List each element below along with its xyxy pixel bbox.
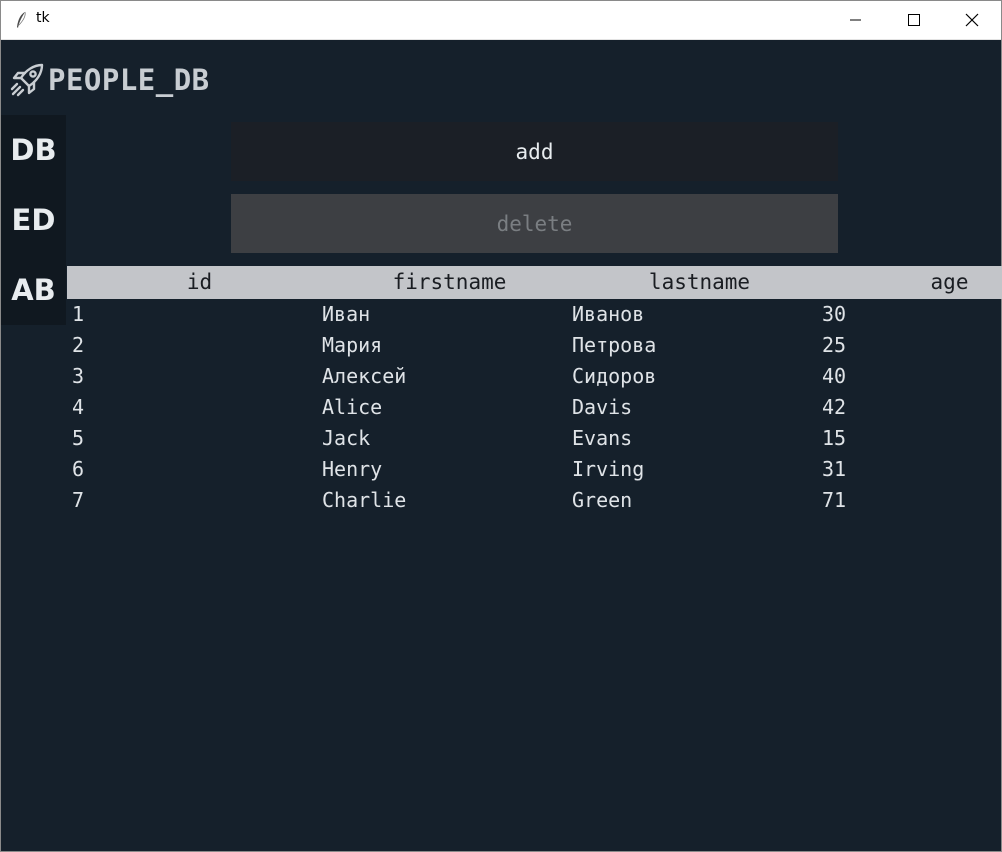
cell-age: 30 xyxy=(822,302,847,326)
delete-button[interactable]: delete xyxy=(231,194,838,253)
rocket-icon xyxy=(10,63,44,97)
cell-age: 71 xyxy=(822,488,847,512)
cell-lastname: Evans xyxy=(572,426,633,450)
cell-lastname: Петрова xyxy=(572,333,657,357)
table-row[interactable]: 1 Иван Иванов 30 xyxy=(67,299,1002,330)
cell-id: 3 xyxy=(72,364,85,388)
cell-lastname: Irving xyxy=(572,457,645,481)
cell-firstname: Charlie xyxy=(322,488,407,512)
table-row[interactable]: 2 Мария Петрова 25 xyxy=(67,330,1002,361)
maximize-icon xyxy=(908,14,920,26)
cell-firstname: Алексей xyxy=(322,364,407,388)
close-button[interactable] xyxy=(943,1,1001,39)
close-icon xyxy=(965,13,979,27)
cell-firstname: Alice xyxy=(322,395,383,419)
window-title: tk xyxy=(36,10,50,26)
tk-feather-icon xyxy=(17,11,26,28)
app-window: tk PEOPLE_DB DB ED AB add delete id firs… xyxy=(0,0,1002,852)
app-title: PEOPLE_DB xyxy=(48,63,210,97)
table-row[interactable]: 5 Jack Evans 15 xyxy=(67,423,1002,454)
cell-age: 40 xyxy=(822,364,847,388)
minimize-button[interactable] xyxy=(827,1,885,39)
cell-id: 4 xyxy=(72,395,85,419)
table-row[interactable]: 6 Henry Irving 31 xyxy=(67,454,1002,485)
table-header: id firstname lastname age xyxy=(67,266,1002,299)
column-header-age[interactable]: age xyxy=(902,266,997,299)
minimize-icon xyxy=(850,19,861,21)
column-header-lastname[interactable]: lastname xyxy=(567,266,832,299)
sidebar-item-ab[interactable]: AB xyxy=(1,255,66,325)
cell-id: 6 xyxy=(72,457,85,481)
sidebar-item-ed[interactable]: ED xyxy=(1,185,66,255)
cell-id: 5 xyxy=(72,426,85,450)
cell-firstname: Jack xyxy=(322,426,371,450)
cell-id: 2 xyxy=(72,333,85,357)
table-row[interactable]: 7 Charlie Green 71 xyxy=(67,485,1002,516)
cell-lastname: Сидоров xyxy=(572,364,657,388)
cell-age: 31 xyxy=(822,457,847,481)
table-row[interactable]: 4 Alice Davis 42 xyxy=(67,392,1002,423)
add-button[interactable]: add xyxy=(231,122,838,181)
table-row[interactable]: 3 Алексей Сидоров 40 xyxy=(67,361,1002,392)
cell-lastname: Davis xyxy=(572,395,633,419)
cell-firstname: Henry xyxy=(322,457,383,481)
cell-lastname: Green xyxy=(572,488,633,512)
column-header-id[interactable]: id xyxy=(67,266,332,299)
cell-age: 15 xyxy=(822,426,847,450)
cell-firstname: Мария xyxy=(322,333,383,357)
title-bar[interactable]: tk xyxy=(1,1,1001,40)
cell-age: 42 xyxy=(822,395,847,419)
cell-lastname: Иванов xyxy=(572,302,645,326)
sidebar: DB ED AB xyxy=(1,115,66,325)
app-header: PEOPLE_DB xyxy=(8,60,210,100)
cell-age: 25 xyxy=(822,333,847,357)
cell-id: 1 xyxy=(72,302,85,326)
cell-id: 7 xyxy=(72,488,85,512)
cell-firstname: Иван xyxy=(322,302,371,326)
column-header-firstname[interactable]: firstname xyxy=(317,266,582,299)
maximize-button[interactable] xyxy=(885,1,943,39)
sidebar-item-db[interactable]: DB xyxy=(1,115,66,185)
